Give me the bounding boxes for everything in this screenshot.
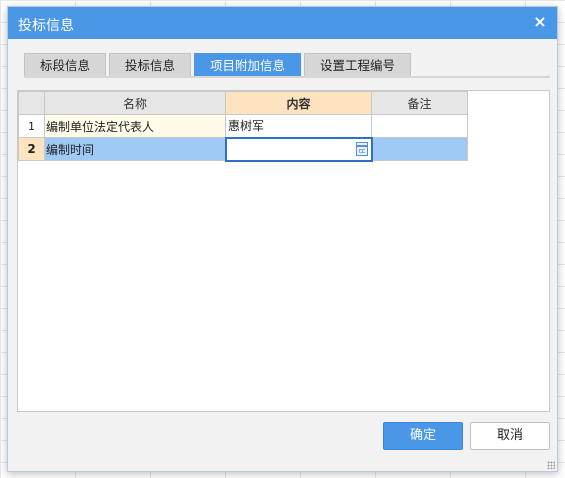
table-row-selected[interactable]: 2 编制时间 <box>18 136 468 162</box>
tab-project-extra-info[interactable]: 项目附加信息 <box>194 53 302 77</box>
header-name[interactable]: 名称 <box>44 91 226 115</box>
tab-bid-info[interactable]: 投标信息 <box>109 53 192 77</box>
row-number: 1 <box>18 114 45 138</box>
bid-info-dialog: 投标信息 × 标段信息 投标信息 项目附加信息 设置工程编号 名称 内容 备注 <box>7 6 558 472</box>
resize-grip-icon[interactable] <box>547 461 555 469</box>
note-cell[interactable] <box>371 137 468 161</box>
info-grid: 名称 内容 备注 1 编制单位法定代表人 惠树军 2 编制时间 <box>18 91 468 162</box>
tab-set-project-number[interactable]: 设置工程编号 <box>304 53 412 77</box>
header-content[interactable]: 内容 <box>225 91 372 115</box>
grid-panel: 名称 内容 备注 1 编制单位法定代表人 惠树军 2 编制时间 <box>17 90 550 412</box>
date-input-cell[interactable] <box>224 136 373 162</box>
calendar-icon[interactable] <box>355 141 368 156</box>
tab-underline <box>24 76 550 78</box>
tab-section-info[interactable]: 标段信息 <box>24 53 107 77</box>
content-cell[interactable]: 惠树军 <box>225 114 372 138</box>
name-cell[interactable]: 编制时间 <box>44 137 226 161</box>
row-number: 2 <box>18 137 45 161</box>
note-cell[interactable] <box>371 114 468 138</box>
grid-header-row: 名称 内容 备注 <box>18 91 468 115</box>
ok-button[interactable]: 确定 <box>383 422 463 450</box>
cancel-button[interactable]: 取消 <box>470 422 550 450</box>
dialog-titlebar[interactable]: 投标信息 × <box>8 7 557 39</box>
table-row[interactable]: 1 编制单位法定代表人 惠树军 <box>18 114 468 138</box>
header-row-number <box>18 91 45 115</box>
close-icon[interactable]: × <box>531 13 549 31</box>
tab-bar: 标段信息 投标信息 项目附加信息 设置工程编号 <box>24 53 412 77</box>
header-note[interactable]: 备注 <box>371 91 468 115</box>
name-cell[interactable]: 编制单位法定代表人 <box>44 114 226 138</box>
dialog-title: 投标信息 <box>18 18 74 34</box>
